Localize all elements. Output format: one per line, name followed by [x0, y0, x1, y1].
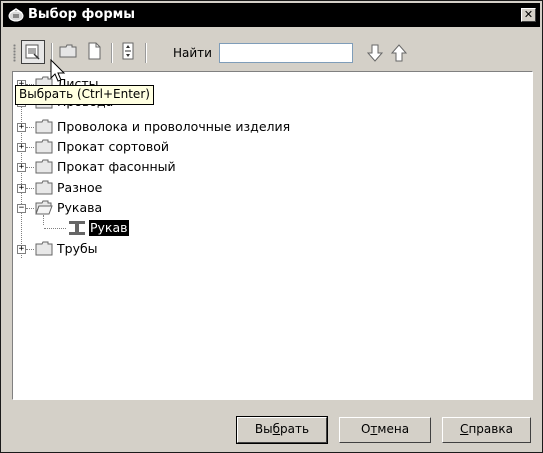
tree-item-misc[interactable]: + Разное: [13, 179, 313, 197]
cancel-button[interactable]: Отмена: [339, 417, 431, 443]
move-button[interactable]: [117, 40, 141, 64]
expand-toggle[interactable]: +: [17, 163, 26, 172]
tree-item-label: Трубы: [57, 241, 98, 256]
tree-item-hose[interactable]: Рукав: [13, 219, 313, 237]
window-title: Выбор формы: [28, 7, 136, 22]
folder-icon: [35, 119, 53, 134]
dialog-window: Выбор формы ✕ Найти + Листы + Проволока …: [0, 0, 543, 453]
document-icon: [88, 42, 101, 60]
new-item-button[interactable]: [83, 40, 107, 64]
form-tree[interactable]: + Листы + Провода + Проволока и проволоч…: [12, 71, 533, 400]
select-form-button[interactable]: Выбрать: [236, 416, 328, 444]
select-button[interactable]: [21, 40, 45, 64]
expand-toggle[interactable]: +: [17, 184, 26, 193]
tree-item-shaped-rolled[interactable]: + Прокат фасонный: [13, 158, 313, 176]
form-window-icon: [8, 8, 24, 22]
toolbar-grip[interactable]: [13, 44, 16, 62]
arrow-up-icon: [390, 44, 408, 62]
find-input[interactable]: [219, 43, 353, 63]
find-label: Найти: [173, 46, 212, 60]
tooltip: Выбрать (Ctrl+Enter): [15, 85, 154, 105]
toolbar-separator: [111, 43, 113, 63]
find-next-button[interactable]: [365, 43, 385, 63]
i-beam-icon: [69, 221, 85, 235]
expand-toggle[interactable]: +: [17, 245, 26, 254]
tree-item-hoses[interactable]: − Рукава: [13, 199, 313, 217]
help-button[interactable]: Справка: [442, 417, 531, 443]
tree-item-label: Прокат фасонный: [57, 159, 176, 174]
tree-item-label: Рукав: [89, 220, 129, 236]
expand-toggle[interactable]: +: [17, 143, 26, 152]
title-bar[interactable]: Выбор формы ✕: [3, 3, 540, 27]
expand-toggle[interactable]: +: [17, 123, 26, 132]
tree-item-label: Проволока и проволочные изделия: [57, 119, 291, 134]
toolbar: Найти: [11, 36, 431, 66]
move-icon: [122, 42, 134, 60]
find-previous-button[interactable]: [389, 43, 409, 63]
folder-icon: [35, 180, 53, 195]
tree-item-label: Разное: [57, 180, 103, 195]
close-button[interactable]: ✕: [521, 8, 536, 22]
select-form-icon: [25, 44, 40, 60]
toolbar-separator: [145, 43, 147, 63]
open-folder-icon: [35, 200, 53, 215]
folder-icon: [35, 241, 53, 256]
mouse-cursor-icon: [50, 59, 66, 82]
tree-item-pipes[interactable]: + Трубы: [13, 240, 313, 258]
collapse-toggle[interactable]: −: [17, 204, 26, 213]
tree-item-label: Прокат сортовой: [57, 139, 169, 154]
folder-icon: [35, 139, 53, 154]
arrow-down-icon: [366, 44, 384, 62]
folder-icon: [35, 159, 53, 174]
tree-item-section-rolled[interactable]: + Прокат сортовой: [13, 138, 313, 156]
tree-item-label: Рукава: [57, 200, 103, 215]
tree-item-wire-products[interactable]: + Проволока и проволочные изделия: [13, 118, 333, 136]
